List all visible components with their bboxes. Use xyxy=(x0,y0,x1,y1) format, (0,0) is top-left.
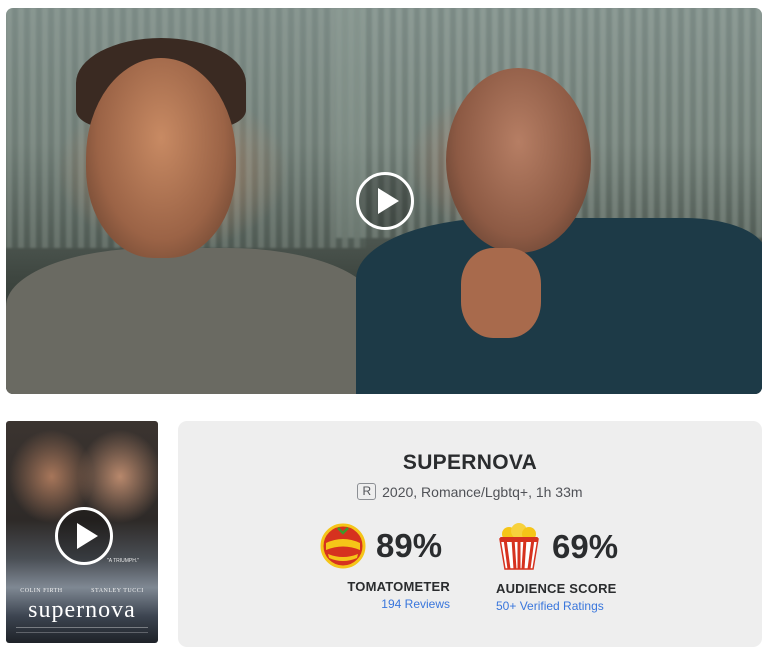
movie-title: SUPERNOVA xyxy=(402,451,538,474)
tomatometer-score: 89% xyxy=(376,527,443,564)
hero-play-button[interactable] xyxy=(356,172,414,230)
poster-play-button[interactable] xyxy=(55,507,113,565)
movie-info-text: 2020, Romance/Lgbtq+, 1h 33m xyxy=(382,483,583,500)
pointing-hand xyxy=(461,248,541,338)
person-right-face xyxy=(446,68,591,253)
person-left-face xyxy=(86,58,236,258)
certified-fresh-icon xyxy=(320,523,366,569)
audience-score-block[interactable]: 69% AUDIENCE SCORE 50+ Verified Ratings xyxy=(496,523,646,613)
tomatometer-block[interactable]: 89% TOMATOMETER 194 Reviews xyxy=(320,523,450,611)
popcorn-bucket-icon xyxy=(499,523,539,570)
play-icon xyxy=(76,523,98,549)
poster-quote: "A TRIUMPH." xyxy=(106,558,140,564)
mpaa-rating-badge: R xyxy=(357,483,377,500)
audience-ratings-link[interactable]: 50+ Verified Ratings xyxy=(496,599,646,613)
poster-actor-left: COLIN FIRTH xyxy=(20,588,63,594)
poster-title: supernova xyxy=(28,597,136,623)
tomatometer-reviews-link[interactable]: 194 Reviews xyxy=(320,597,450,611)
poster-actor-right: STANLEY TUCCI xyxy=(91,588,144,594)
poster-credits xyxy=(16,627,148,633)
audience-score: 69% xyxy=(552,528,619,565)
audience-score-label: AUDIENCE SCORE xyxy=(496,581,617,596)
poster-actors: COLIN FIRTH STANLEY TUCCI xyxy=(6,588,158,594)
score-card: SUPERNOVA R 2020, Romance/Lgbtq+, 1h 33m… xyxy=(178,421,762,647)
movie-info: R 2020, Romance/Lgbtq+, 1h 33m xyxy=(178,483,762,500)
tomatometer-label: TOMATOMETER xyxy=(347,579,450,594)
person-left-shirt xyxy=(6,248,376,394)
person-right-shirt xyxy=(356,218,762,394)
play-icon xyxy=(377,188,399,214)
